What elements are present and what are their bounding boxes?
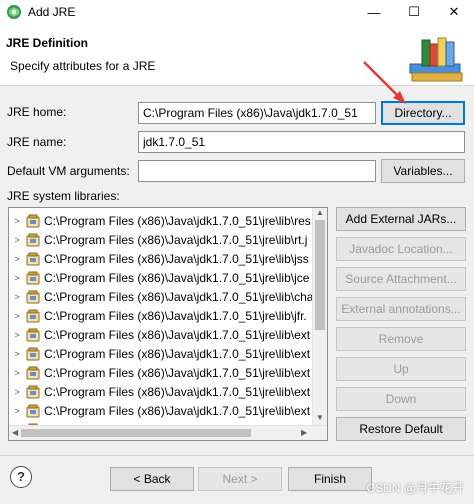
library-path: C:\Program Files (x86)\Java\jdk1.7.0_51\… bbox=[44, 365, 311, 380]
expand-chevron-icon[interactable]: > bbox=[9, 311, 25, 321]
red-arrow-annotation bbox=[363, 61, 406, 104]
scroll-down-icon[interactable]: ▼ bbox=[316, 413, 324, 422]
library-row[interactable]: > C:\Program Files (x86)\Java\jdk1.7.0_51… bbox=[9, 268, 313, 287]
library-path: C:\Program Files (x86)\Java\jdk1.7.0_51\… bbox=[44, 308, 307, 323]
jar-icon bbox=[26, 347, 40, 360]
jar-icon bbox=[26, 385, 40, 398]
watermark-text: CSDN @月牛花开 bbox=[366, 481, 464, 495]
expand-chevron-icon[interactable]: > bbox=[9, 406, 25, 416]
library-row[interactable]: > C:\Program Files (x86)\Java\jdk1.7.0_51… bbox=[9, 230, 313, 249]
library-path: C:\Program Files (x86)\Java\jdk1.7.0_51\… bbox=[44, 384, 311, 399]
libraries-list[interactable]: > C:\Program Files (x86)\Java\jdk1.7.0_51… bbox=[8, 207, 328, 441]
jre-name-label: JRE name: bbox=[7, 135, 67, 149]
scroll-right-icon[interactable]: ▶ bbox=[301, 428, 307, 437]
variables-button[interactable]: Variables... bbox=[381, 159, 465, 183]
scroll-up-icon[interactable]: ▲ bbox=[316, 208, 324, 217]
expand-chevron-icon[interactable]: > bbox=[9, 235, 25, 245]
library-row[interactable]: > C:\Program Files (x86)\Java\jdk1.7.0_51… bbox=[9, 325, 313, 344]
jar-icon bbox=[26, 271, 40, 284]
library-path: C:\Program Files (x86)\Java\jdk1.7.0_51\… bbox=[44, 403, 311, 418]
jar-icon bbox=[26, 309, 40, 322]
jre-home-input[interactable] bbox=[138, 102, 376, 124]
jar-icon bbox=[26, 233, 40, 246]
external-annotations-button[interactable]: External annotations... bbox=[336, 297, 466, 321]
library-row[interactable]: > C:\Program Files (x86)\Java\jdk1.7.0_51… bbox=[9, 287, 313, 306]
horizontal-scrollbar[interactable]: ◀ ▶ bbox=[9, 425, 327, 440]
library-path: C:\Program Files (x86)\Java\jdk1.7.0_51\… bbox=[44, 327, 311, 342]
library-path: C:\Program Files (x86)\Java\jdk1.7.0_51\… bbox=[44, 251, 309, 266]
horizontal-scroll-thumb[interactable] bbox=[21, 429, 251, 437]
minimize-button[interactable]: — bbox=[354, 0, 394, 24]
next-button[interactable]: Next > bbox=[198, 467, 282, 491]
close-button[interactable]: ✕ bbox=[434, 0, 474, 24]
jar-icon bbox=[26, 328, 40, 341]
library-path: C:\Program Files (x86)\Java\jdk1.7.0_51\… bbox=[43, 289, 313, 304]
libs-label: JRE system libraries: bbox=[7, 189, 120, 203]
jar-icon bbox=[26, 290, 40, 303]
library-row[interactable]: > C:\Program Files (x86)\Java\jdk1.7.0_51… bbox=[9, 249, 313, 268]
expand-chevron-icon[interactable]: > bbox=[9, 216, 25, 226]
window-title: Add JRE bbox=[28, 5, 76, 19]
library-path: C:\Program Files (x86)\Java\jdk1.7.0_51\… bbox=[44, 346, 311, 361]
vertical-scroll-thumb[interactable] bbox=[315, 220, 325, 330]
vm-args-input[interactable] bbox=[138, 160, 376, 182]
maximize-button[interactable]: ☐ bbox=[394, 0, 434, 24]
expand-chevron-icon[interactable]: > bbox=[9, 349, 25, 359]
source-attachment-button[interactable]: Source Attachment... bbox=[336, 267, 466, 291]
javadoc-location-button[interactable]: Javadoc Location... bbox=[336, 237, 466, 261]
page-title: JRE Definition bbox=[6, 36, 89, 50]
eclipse-icon bbox=[7, 5, 21, 19]
jar-icon bbox=[26, 214, 40, 227]
library-row[interactable]: > C:\Program Files (x86)\Java\jdk1.7.0_51… bbox=[9, 363, 313, 382]
library-path: C:\Program Files (x86)\Java\jdk1.7.0_51\… bbox=[44, 270, 310, 285]
expand-chevron-icon[interactable]: > bbox=[9, 254, 25, 264]
books-icon bbox=[409, 37, 463, 82]
library-row[interactable]: > C:\Program Files (x86)\Java\jdk1.7.0_51… bbox=[9, 382, 313, 401]
expand-chevron-icon[interactable]: > bbox=[9, 273, 25, 283]
library-path: C:\Program Files (x86)\Java\jdk1.7.0_51\… bbox=[44, 232, 308, 247]
back-button[interactable]: < Back bbox=[110, 467, 194, 491]
footer-separator bbox=[0, 455, 474, 456]
jre-name-input[interactable] bbox=[138, 131, 465, 153]
library-row[interactable]: > C:\Program Files (x86)\Java\jdk1.7.0_51… bbox=[9, 344, 313, 363]
library-row[interactable]: > C:\Program Files (x86)\Java\jdk1.7.0_51… bbox=[9, 211, 313, 230]
restore-default-button[interactable]: Restore Default bbox=[336, 417, 466, 441]
title-bar: Add JRE — ☐ ✕ bbox=[0, 0, 474, 24]
page-subtitle: Specify attributes for a JRE bbox=[10, 59, 156, 73]
jar-icon bbox=[26, 366, 40, 379]
library-row[interactable]: > C:\Program Files (x86)\Java\jdk1.7.0_51… bbox=[9, 401, 313, 420]
help-icon[interactable]: ? bbox=[10, 466, 32, 488]
vertical-scrollbar[interactable]: ▲ ▼ bbox=[312, 208, 327, 426]
vm-args-label: Default VM arguments: bbox=[7, 164, 130, 178]
library-path: C:\Program Files (x86)\Java\jdk1.7.0_51\… bbox=[44, 213, 311, 228]
remove-button[interactable]: Remove bbox=[336, 327, 466, 351]
library-row[interactable]: > C:\Program Files (x86)\Java\jdk1.7.0_51… bbox=[9, 306, 313, 325]
expand-chevron-icon[interactable]: > bbox=[9, 368, 25, 378]
jar-icon bbox=[26, 252, 40, 265]
scroll-left-icon[interactable]: ◀ bbox=[12, 428, 18, 437]
jre-home-label: JRE home: bbox=[7, 105, 67, 119]
finish-button[interactable]: Finish bbox=[288, 467, 372, 491]
expand-chevron-icon[interactable]: > bbox=[9, 330, 25, 340]
add-external-jars-button[interactable]: Add External JARs... bbox=[336, 207, 466, 231]
jar-icon bbox=[26, 404, 40, 417]
expand-chevron-icon[interactable]: > bbox=[9, 387, 25, 397]
down-button[interactable]: Down bbox=[336, 387, 466, 411]
expand-chevron-icon[interactable]: > bbox=[9, 292, 25, 302]
up-button[interactable]: Up bbox=[336, 357, 466, 381]
